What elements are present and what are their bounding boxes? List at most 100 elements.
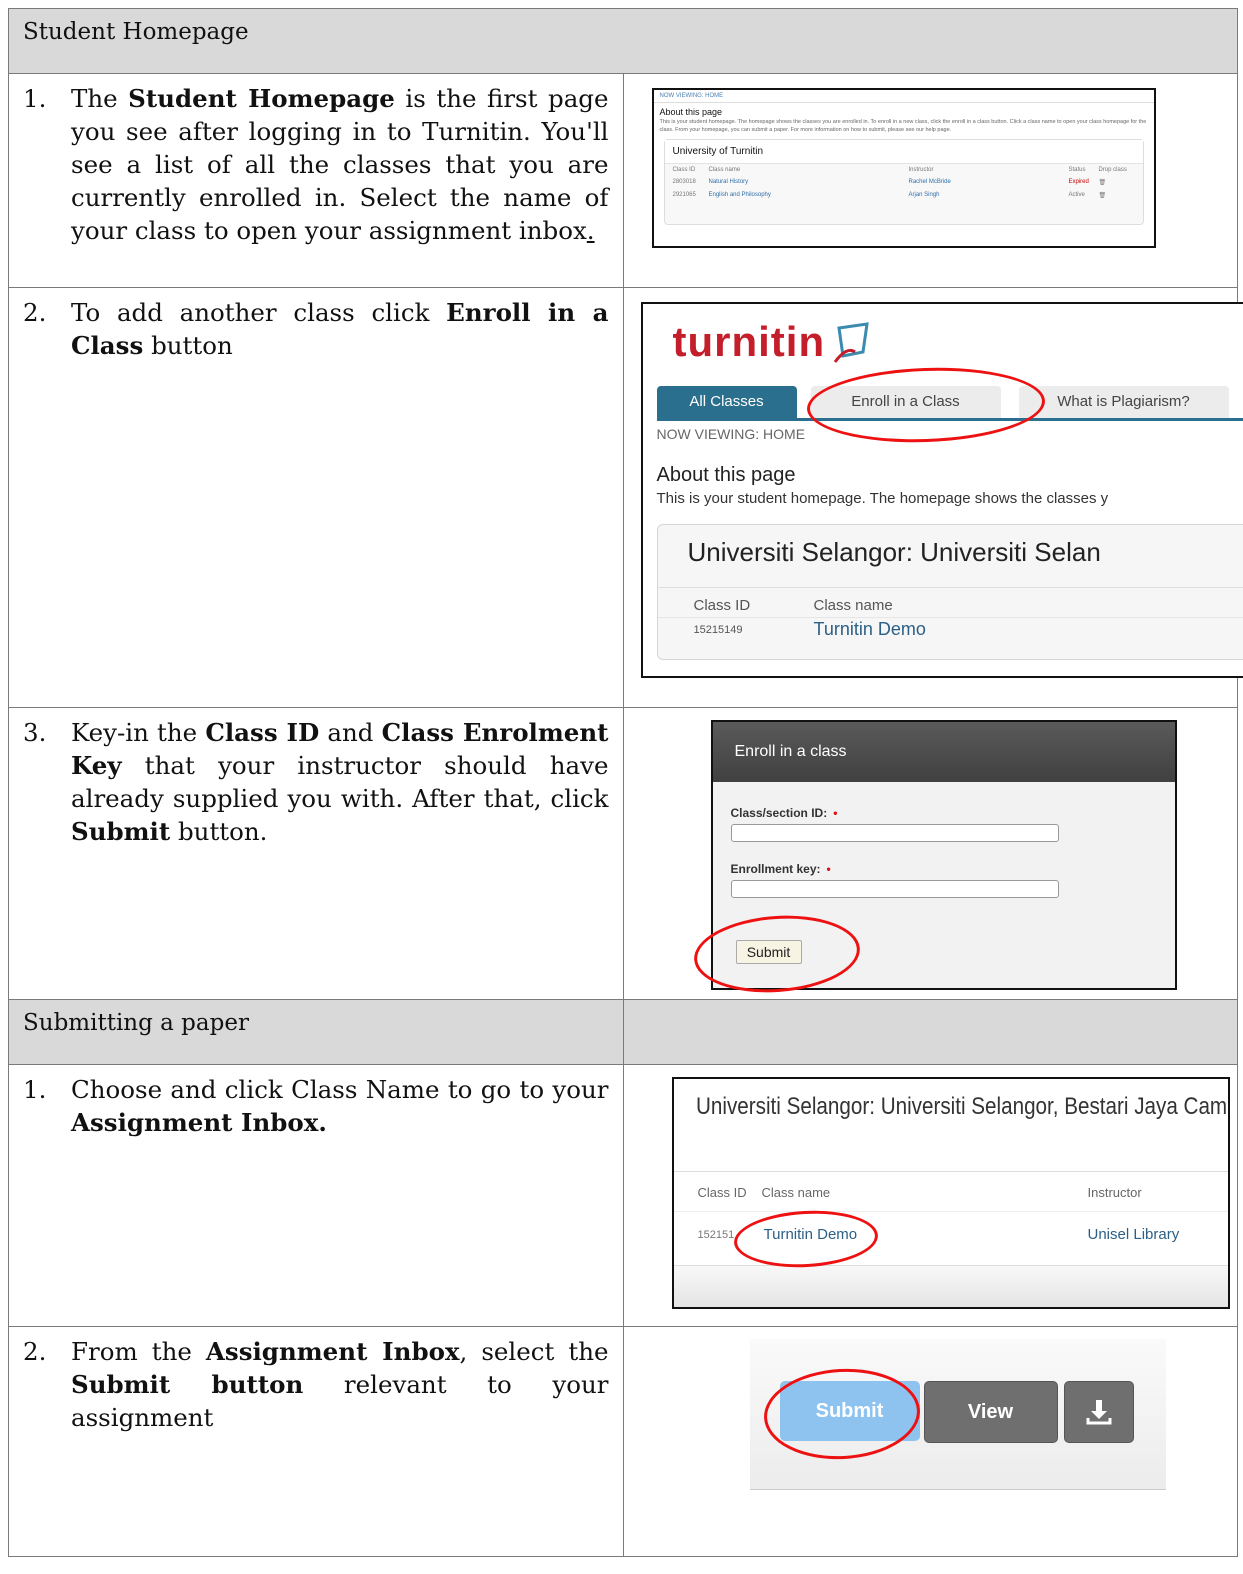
bold-text: Student Homepage (128, 84, 395, 113)
step-text: 2. To add another class click Enroll in … (9, 288, 623, 362)
download-button[interactable] (1063, 1381, 1134, 1443)
step-cell: 1. The Student Homepage is the first pag… (8, 73, 624, 288)
required-marker: • (826, 862, 831, 876)
text: Choose and click Class Name to go to you… (71, 1075, 609, 1104)
bold-text: Submit button (71, 1370, 304, 1399)
about-heading: About this page (659, 107, 723, 117)
step-number: 3. (23, 718, 47, 747)
step-cell: 2. To add another class click Enroll in … (8, 287, 624, 708)
text: Key-in the (71, 718, 206, 747)
col-header-class-name: Class name (813, 597, 893, 614)
trash-icon[interactable]: 🗑 (1099, 179, 1129, 186)
screenshot-cell: Universiti Selangor: Universiti Selangor… (622, 1064, 1238, 1327)
tab-bar: All Classes Enroll in a Class What is Pl… (656, 386, 1243, 421)
class-list-screenshot: Universiti Selangor: Universiti Selangor… (671, 1077, 1230, 1309)
enrollment-key-input[interactable] (730, 880, 1059, 898)
section-header-student-homepage: Student Homepage (8, 8, 1238, 74)
text: that your instructor should have already… (71, 751, 609, 813)
enroll-tab-screenshot: turnitin All Classes Enroll in a Class W… (640, 302, 1243, 678)
text: and (319, 718, 382, 747)
step-text: 2. From the Assignment Inbox, select the… (9, 1327, 623, 1434)
tab-all-classes[interactable]: All Classes (656, 386, 797, 418)
panel-title: Universiti Selangor: Universiti Selangor… (695, 1093, 1230, 1120)
instructor-link[interactable]: Arjan Singh (909, 192, 1069, 199)
status: Active (1068, 192, 1085, 198)
instructor-link[interactable]: Rachel McBride (909, 179, 1069, 186)
class-name-link[interactable]: English and Philosophy (709, 192, 909, 199)
underlined-text: . (586, 216, 595, 245)
col-header: Status (1068, 167, 1086, 173)
now-viewing: NOW VIEWING: HOME (653, 90, 1154, 103)
step-number: 2. (23, 298, 47, 327)
screenshot-cell: turnitin All Classes Enroll in a Class W… (622, 287, 1243, 708)
table-row: 2921065 English and Philosophy Arjan Sin… (665, 189, 1143, 202)
section-title: Submitting a paper (23, 1010, 249, 1036)
class-id: 15215149 (693, 624, 743, 636)
student-homepage-screenshot: NOW VIEWING: HOME About this page This i… (651, 88, 1156, 248)
class-name-link[interactable]: Natural History (709, 179, 909, 186)
bold-text: Assignment Inbox. (71, 1108, 327, 1137)
class-id-input[interactable] (730, 824, 1059, 842)
about-text: This is your student homepage. The homep… (656, 490, 1109, 507)
text: button. (170, 817, 268, 846)
class-panel: Universiti Selangor: Universiti Selan Cl… (656, 524, 1243, 660)
tab-enroll-in-a-class[interactable]: Enroll in a Class (810, 386, 1001, 418)
text: The (71, 84, 129, 113)
step-text: 1. Choose and click Class Name to go to … (9, 1065, 623, 1139)
text: To add another class click (71, 298, 447, 327)
col-header: Class ID (672, 167, 696, 173)
view-button[interactable]: View (923, 1381, 1058, 1443)
col-header: Class name (708, 167, 741, 173)
class-panel: University of Turnitin Class ID Class na… (663, 139, 1144, 225)
bold-text: Assignment Inbox (205, 1337, 460, 1366)
submit-button[interactable]: Submit (735, 940, 802, 964)
assignment-buttons-screenshot: Submit View (749, 1339, 1166, 1490)
submit-button[interactable]: Submit (779, 1381, 920, 1441)
class-name-link[interactable]: Turnitin Demo (814, 619, 926, 640)
step-number: 1. (23, 1075, 47, 1104)
col-header: Drop class (1098, 167, 1127, 173)
col-header-instructor: Instructor (1087, 1185, 1142, 1200)
class-id: 2803018 (672, 179, 696, 185)
table-header: Class ID Class name Instructor Status Dr… (665, 164, 1143, 176)
screenshot-cell: Submit View (622, 1326, 1238, 1557)
step-number: 1. (23, 84, 47, 113)
class-id: 2921065 (672, 192, 696, 198)
tab-what-is-plagiarism[interactable]: What is Plagiarism? (1018, 386, 1229, 418)
step-text: 1. The Student Homepage is the first pag… (9, 74, 623, 247)
step-cell: 3. Key-in the Class ID and Class Enrolme… (8, 707, 624, 1000)
instructions-table: Student Homepage 1. The Student Homepage… (8, 8, 1243, 1557)
text: , select the (459, 1337, 609, 1366)
section-header-blank (622, 999, 1238, 1065)
class-name-link[interactable]: Turnitin Demo (764, 1226, 858, 1243)
now-viewing: NOW VIEWING: HOME (656, 426, 806, 442)
enrollment-key-label: Enrollment key: • (731, 862, 831, 876)
trash-icon[interactable]: 🗑 (1099, 192, 1129, 199)
col-header-class-name: Class name (761, 1185, 831, 1200)
class-id-label: Class/section ID: • (731, 806, 838, 820)
step-cell: 2. From the Assignment Inbox, select the… (8, 1326, 624, 1557)
panel-title: Universiti Selangor: Universiti Selan (687, 537, 1101, 567)
turnitin-logo: turnitin (672, 318, 826, 365)
instructor-link[interactable]: Unisel Library (1088, 1226, 1180, 1243)
bold-text: Submit (71, 817, 171, 846)
dialog-title: Enroll in a class (712, 722, 1175, 782)
about-text: This is your student homepage. The homep… (659, 119, 1147, 133)
download-icon (1086, 1400, 1111, 1425)
label-text: Class/section ID: (730, 806, 828, 820)
bold-text: Class ID (205, 718, 320, 747)
turnitin-logo-icon (833, 322, 869, 363)
screenshot-cell: NOW VIEWING: HOME About this page This i… (622, 73, 1238, 288)
table-row: 2803018 Natural History Rachel McBride E… (665, 176, 1143, 189)
enroll-form-screenshot: Enroll in a class Class/section ID: • Enr… (710, 720, 1177, 990)
class-id: 152151 (697, 1229, 735, 1241)
text: button (143, 331, 233, 360)
step-number: 2. (23, 1337, 47, 1366)
col-header: Instructor (908, 167, 934, 173)
step-text: 3. Key-in the Class ID and Class Enrolme… (9, 708, 623, 848)
section-title: Student Homepage (23, 19, 249, 45)
panel-title: University of Turnitin (664, 140, 1143, 164)
col-header-class-id: Class ID (693, 597, 751, 614)
step-cell: 1. Choose and click Class Name to go to … (8, 1064, 624, 1327)
text: From the (71, 1337, 206, 1366)
